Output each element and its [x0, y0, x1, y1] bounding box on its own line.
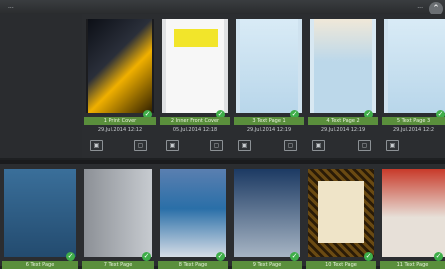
empty-slot: [0, 14, 82, 158]
page-thumbnail[interactable]: [4, 169, 76, 257]
page-date: 29.Jul.2014 12:12: [97, 127, 143, 133]
pages-icon[interactable]: ▣: [90, 140, 103, 151]
page-thumbnail[interactable]: [84, 169, 152, 257]
page-date: 29.Jul.2014 12:2: [392, 127, 435, 133]
page-date: 29.Jul.2014 12:19: [246, 127, 292, 133]
page-label: 3 Text Page 1: [234, 117, 304, 125]
page-card[interactable]: ✓ 6 Text Page: [0, 164, 80, 269]
page-thumbnail[interactable]: [86, 19, 154, 113]
page-thumbnail[interactable]: [382, 169, 445, 257]
page-label: 5 Text Page 3: [382, 117, 445, 125]
page-row-2: ✓ 6 Text Page ✓ 7 Text Page ✓ 8 Text Pag…: [0, 160, 445, 269]
page-content: [314, 19, 372, 113]
pages-icon[interactable]: ▣: [238, 140, 251, 151]
page-date: 29.Jul.2014 12:19: [320, 127, 366, 133]
page-date: 05.Jul.2014 12:18: [172, 127, 218, 133]
page-card[interactable]: ✓ 3 Text Page 1 29.Jul.2014 12:19 ▣ ▢: [232, 14, 306, 158]
page-icon[interactable]: ▢: [284, 140, 297, 151]
highlight-block: [174, 29, 218, 47]
page-card[interactable]: ✓ 10 Text Page: [304, 164, 378, 269]
page-thumbnail[interactable]: [162, 19, 228, 113]
check-icon: ✓: [142, 252, 151, 261]
page-thumbnail[interactable]: [234, 169, 300, 257]
page-card[interactable]: ✓ 1 Print Cover 29.Jul.2014 12:12 ▣ ▢: [82, 14, 158, 158]
pages-icon[interactable]: ▣: [166, 140, 179, 151]
page-card[interactable]: ✓ 2 Inner Front Cover 05.Jul.2014 12:18 …: [158, 14, 232, 158]
page-thumbnail[interactable]: [236, 19, 302, 113]
check-icon: ✓: [364, 252, 373, 261]
page-card[interactable]: ✓ 9 Text Page: [230, 164, 304, 269]
page-label: 10 Text Page: [306, 261, 376, 269]
pages-icon[interactable]: ▣: [312, 140, 325, 151]
page-thumbnail[interactable]: [160, 169, 226, 257]
page-thumbnail[interactable]: [384, 19, 445, 113]
page-label: 2 Inner Front Cover: [160, 117, 230, 125]
page-card[interactable]: ✓ 8 Text Page: [156, 164, 230, 269]
page-card[interactable]: ✓ 4 Text Page 2 29.Jul.2014 12:19 ▣ ▢: [306, 14, 380, 158]
page-label: 7 Text Page: [82, 261, 154, 269]
check-icon: ✓: [290, 252, 299, 261]
page-card[interactable]: ✓ 11 Text Page: [378, 164, 445, 269]
page-icon[interactable]: ▢: [134, 140, 147, 151]
page-label: 4 Text Page 2: [308, 117, 378, 125]
cover-image: [88, 19, 152, 113]
check-icon: ✓: [216, 252, 225, 261]
page-label: 8 Text Page: [158, 261, 228, 269]
page-content: [240, 19, 298, 113]
page-content: [388, 19, 445, 113]
page-card[interactable]: ✓ 5 Text Page 3 29.Jul.2014 12:2 ▣: [380, 14, 445, 158]
page-icon[interactable]: ▢: [358, 140, 371, 151]
page-card[interactable]: ✓ 7 Text Page: [80, 164, 156, 269]
page-label: 9 Text Page: [232, 261, 302, 269]
page-label: 11 Text Page: [380, 261, 445, 269]
check-icon: ✓: [66, 252, 75, 261]
pages-icon[interactable]: ▣: [386, 140, 399, 151]
header-right-text: ...: [417, 3, 423, 10]
page-thumbnail[interactable]: [308, 169, 374, 257]
top-bar: ... ...: [0, 0, 445, 14]
page-thumbnail[interactable]: [310, 19, 376, 113]
page-label: 1 Print Cover: [84, 117, 156, 125]
check-icon: ✓: [434, 252, 443, 261]
page-content: [318, 181, 364, 243]
window-title: ...: [8, 3, 14, 10]
page-label: 6 Text Page: [2, 261, 78, 269]
page-icon[interactable]: ▢: [210, 140, 223, 151]
